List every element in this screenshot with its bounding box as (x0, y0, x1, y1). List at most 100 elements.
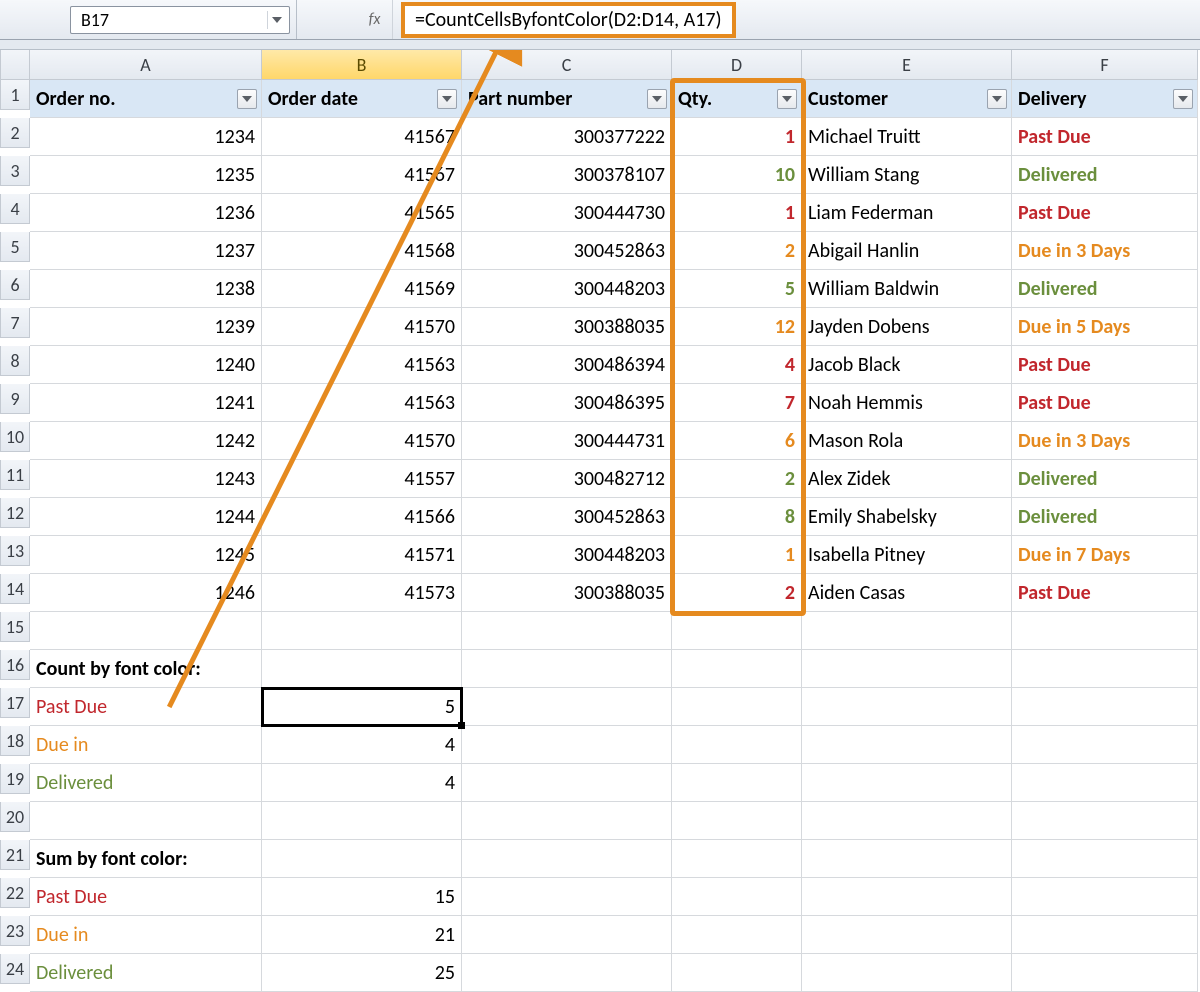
cell-part-number[interactable]: 300486394 (462, 346, 672, 384)
cell-blank[interactable] (672, 688, 802, 726)
cell-blank[interactable] (1012, 954, 1198, 992)
cell-order-date[interactable]: 41570 (262, 422, 462, 460)
cell-blank[interactable] (802, 916, 1012, 954)
cell-delivery[interactable]: Due in 3 Days (1012, 232, 1198, 270)
cell-part-number[interactable]: 300378107 (462, 156, 672, 194)
cell-qty[interactable]: 1 (672, 194, 802, 232)
cell-part-number[interactable]: 300452863 (462, 232, 672, 270)
cell-blank[interactable] (1012, 802, 1198, 840)
cell-blank[interactable] (462, 726, 672, 764)
row-header[interactable]: 2 (0, 118, 30, 148)
cell-blank[interactable] (462, 916, 672, 954)
cell-blank[interactable] (462, 764, 672, 802)
cell-blank[interactable] (672, 916, 802, 954)
cell-qty[interactable]: 2 (672, 574, 802, 612)
cell-blank[interactable] (672, 878, 802, 916)
cell-customer[interactable]: Emily Shabelsky (802, 498, 1012, 536)
cell-customer[interactable]: Jayden Dobens (802, 308, 1012, 346)
summary-label[interactable]: Due in (30, 916, 262, 954)
cell-order-date[interactable]: 41573 (262, 574, 462, 612)
cell-blank[interactable] (802, 840, 1012, 878)
row-header[interactable]: 10 (0, 422, 30, 452)
cell-order-date[interactable]: 41567 (262, 118, 462, 156)
name-box-dropdown[interactable] (267, 11, 285, 29)
row-header[interactable]: 21 (0, 840, 30, 870)
row-header[interactable]: 19 (0, 764, 30, 794)
cell-blank[interactable] (802, 954, 1012, 992)
cell-qty[interactable]: 10 (672, 156, 802, 194)
cell-order-date[interactable]: 41571 (262, 536, 462, 574)
summary-value[interactable]: 4 (262, 764, 462, 802)
row-header[interactable]: 24 (0, 954, 30, 984)
cell-delivery[interactable]: Past Due (1012, 346, 1198, 384)
cell-order-date[interactable]: 41567 (262, 156, 462, 194)
filter-button[interactable] (1173, 89, 1193, 109)
row-header[interactable]: 16 (0, 650, 30, 680)
cell-blank[interactable] (462, 878, 672, 916)
cell-blank[interactable] (262, 650, 462, 688)
cell-blank[interactable] (1012, 916, 1198, 954)
row-header[interactable]: 20 (0, 802, 30, 832)
cell-order-no[interactable]: 1242 (30, 422, 262, 460)
cell-customer[interactable]: Noah Hemmis (802, 384, 1012, 422)
table-header[interactable]: Order date (262, 80, 462, 118)
cell-part-number[interactable]: 300448203 (462, 536, 672, 574)
row-header[interactable]: 7 (0, 308, 30, 338)
cell-qty[interactable]: 4 (672, 346, 802, 384)
cell-qty[interactable]: 1 (672, 536, 802, 574)
row-header[interactable]: 12 (0, 498, 30, 528)
table-header[interactable]: Qty. (672, 80, 802, 118)
cell-customer[interactable]: Jacob Black (802, 346, 1012, 384)
summary-label[interactable]: Delivered (30, 764, 262, 802)
cell-order-no[interactable]: 1241 (30, 384, 262, 422)
cell-customer[interactable]: Abigail Hanlin (802, 232, 1012, 270)
cell-customer[interactable]: Michael Truitt (802, 118, 1012, 156)
cell-blank[interactable] (462, 840, 672, 878)
summary-label[interactable]: Due in (30, 726, 262, 764)
cell-customer[interactable]: Aiden Casas (802, 574, 1012, 612)
col-header-B[interactable]: B (262, 50, 462, 80)
col-header-F[interactable]: F (1012, 50, 1198, 80)
cell-part-number[interactable]: 300444730 (462, 194, 672, 232)
section-title[interactable]: Count by font color: (30, 650, 262, 688)
filter-button[interactable] (777, 89, 797, 109)
cell-order-no[interactable]: 1239 (30, 308, 262, 346)
cell-blank[interactable] (802, 726, 1012, 764)
cell-blank[interactable] (30, 802, 262, 840)
cell-part-number[interactable]: 300482712 (462, 460, 672, 498)
cell-part-number[interactable]: 300452863 (462, 498, 672, 536)
cell-blank[interactable] (802, 612, 1012, 650)
summary-value[interactable]: 4 (262, 726, 462, 764)
select-all-corner[interactable] (0, 50, 30, 80)
table-header[interactable]: Part number (462, 80, 672, 118)
filter-button[interactable] (987, 89, 1007, 109)
cell-blank[interactable] (802, 802, 1012, 840)
fx-button[interactable]: fx (357, 0, 393, 39)
row-header[interactable]: 1 (0, 80, 30, 110)
cell-blank[interactable] (462, 802, 672, 840)
cell-order-date[interactable]: 41570 (262, 308, 462, 346)
summary-value[interactable]: 25 (262, 954, 462, 992)
cell-delivery[interactable]: Past Due (1012, 194, 1198, 232)
cell-delivery[interactable]: Delivered (1012, 498, 1198, 536)
cell-blank[interactable] (672, 650, 802, 688)
cell-part-number[interactable]: 300448203 (462, 270, 672, 308)
cell-order-no[interactable]: 1237 (30, 232, 262, 270)
cell-blank[interactable] (672, 612, 802, 650)
row-header[interactable]: 6 (0, 270, 30, 300)
cell-part-number[interactable]: 300388035 (462, 308, 672, 346)
cell-order-date[interactable]: 41557 (262, 460, 462, 498)
cell-order-no[interactable]: 1245 (30, 536, 262, 574)
col-header-E[interactable]: E (802, 50, 1012, 80)
cell-delivery[interactable]: Past Due (1012, 574, 1198, 612)
row-header[interactable]: 17 (0, 688, 30, 718)
row-header[interactable]: 4 (0, 194, 30, 224)
cell-order-no[interactable]: 1236 (30, 194, 262, 232)
cell-blank[interactable] (262, 802, 462, 840)
summary-value[interactable]: 21 (262, 916, 462, 954)
cell-qty[interactable]: 7 (672, 384, 802, 422)
cell-part-number[interactable]: 300377222 (462, 118, 672, 156)
table-header[interactable]: Order no. (30, 80, 262, 118)
row-header[interactable]: 3 (0, 156, 30, 186)
cell-order-no[interactable]: 1235 (30, 156, 262, 194)
